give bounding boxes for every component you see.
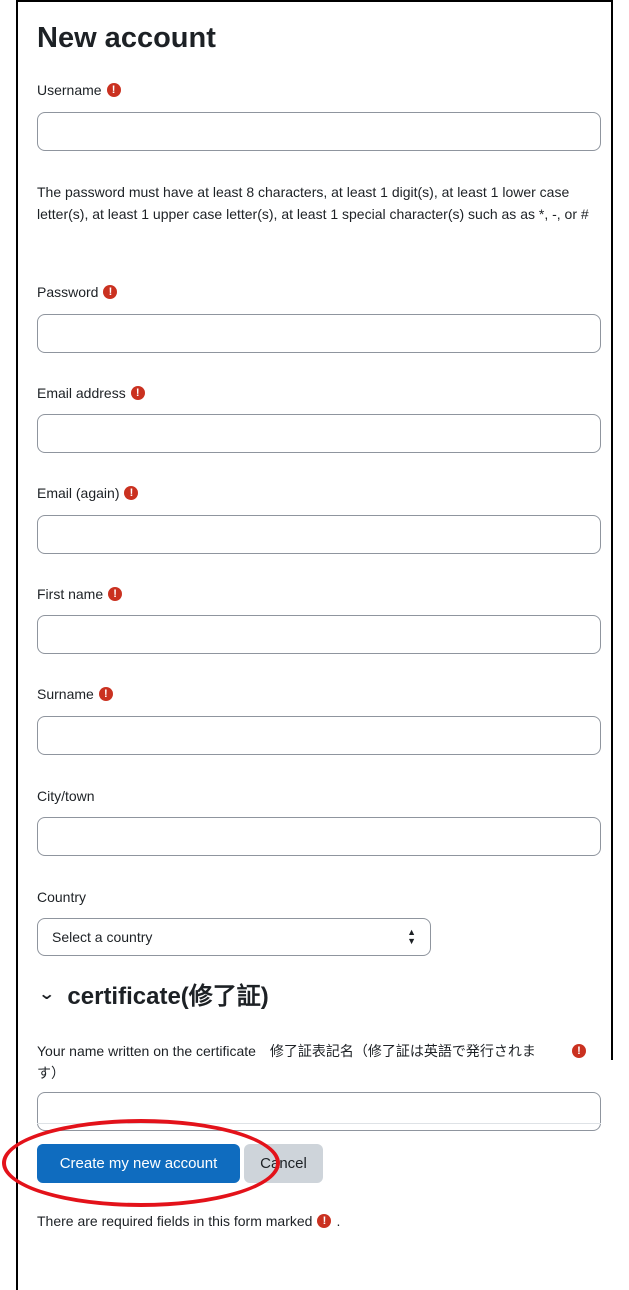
email-again-label: Email (again) ! [37,485,139,501]
email-again-input[interactable] [37,515,601,554]
cancel-button[interactable]: Cancel [244,1144,323,1183]
country-label: Country [37,889,87,905]
frame-border-right [611,0,613,1060]
email-label: Email address ! [37,385,145,401]
certificate-name-input[interactable] [37,1092,601,1131]
page-title: New account [37,22,216,54]
required-fields-note: There are required fields in this form m… [37,1213,341,1229]
email-input[interactable] [37,414,601,453]
frame-border-left [16,0,18,1290]
required-icon: ! [124,486,139,500]
chevron-down-icon: ⌄ [37,985,56,1003]
surname-label: Surname ! [37,686,113,702]
required-icon: ! [108,587,123,601]
password-policy-hint: The password must have at least 8 charac… [37,184,589,222]
password-label: Password ! [37,284,118,300]
required-icon: ! [106,83,121,97]
certificate-section-header[interactable]: ⌄ certificate(修了証) [37,976,269,1011]
first-name-label: First name ! [37,586,123,602]
first-name-input[interactable] [37,615,601,654]
required-icon: ! [572,1044,586,1058]
username-label: Username ! [37,82,121,98]
certificate-name-label: Your name written on the certificate 修了証… [37,1043,536,1081]
city-input[interactable] [37,817,601,856]
sort-arrows-icon: ▲ ▼ [407,927,416,946]
frame-border-top [16,0,613,2]
divider [37,1123,601,1124]
surname-input[interactable] [37,716,601,755]
city-label: City/town [37,788,95,804]
create-account-button[interactable]: Create my new account [37,1144,240,1183]
required-icon: ! [317,1214,332,1228]
required-icon: ! [103,285,118,299]
username-input[interactable] [37,112,601,151]
required-icon: ! [98,687,113,701]
country-select[interactable]: Select a country ▲ ▼ [37,918,431,956]
required-icon: ! [130,386,145,400]
password-input[interactable] [37,314,601,353]
